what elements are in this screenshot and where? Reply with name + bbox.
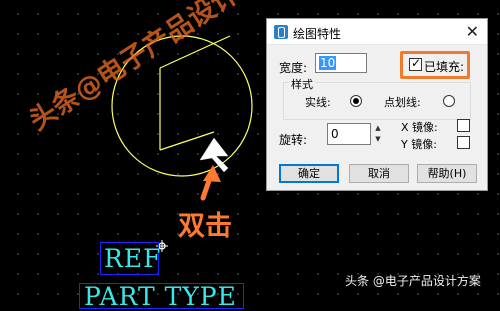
y-mirror-checkbox[interactable]: [457, 136, 470, 149]
circle-shape[interactable]: [111, 35, 253, 177]
triangle-edge-bottom: [159, 131, 215, 151]
cursor-icon: [199, 137, 229, 173]
drawing-properties-dialog: 绘图特性 ✕ 宽度: 10 已填充: 样式 实线: 点划线: 旋转: 0 ▲ ▼…: [266, 18, 488, 191]
rotation-spinner[interactable]: ▲ ▼: [372, 123, 384, 145]
ref-label[interactable]: REF: [100, 242, 160, 275]
triangle-edge-top: [159, 35, 231, 69]
spin-down-icon[interactable]: ▼: [372, 134, 384, 145]
part-type-label[interactable]: PART TYPE: [79, 283, 244, 310]
y-mirror-label: Y 镜像:: [401, 138, 437, 151]
solid-line-radio[interactable]: [350, 95, 362, 107]
width-input[interactable]: 10: [315, 53, 367, 73]
filled-checkbox[interactable]: [409, 56, 422, 71]
width-label: 宽度:: [279, 61, 308, 75]
cancel-button[interactable]: 取消: [349, 164, 409, 183]
style-group-label: 样式: [289, 76, 315, 92]
x-mirror-checkbox[interactable]: [457, 119, 470, 132]
double-click-annotation: 双击: [178, 211, 232, 242]
solid-line-label: 实线:: [305, 96, 331, 109]
filled-label: 已填充:: [424, 60, 465, 74]
arrow-icon: [200, 165, 221, 201]
dotted-line-radio[interactable]: [443, 95, 455, 107]
x-mirror-label: X 镜像:: [401, 121, 438, 134]
footer-watermark: 头条 @电子产品设计方案: [345, 274, 481, 288]
rotation-label: 旋转:: [279, 133, 308, 147]
dialog-title: 绘图特性: [293, 27, 342, 41]
close-icon[interactable]: ✕: [466, 22, 479, 41]
dialog-titlebar[interactable]: 绘图特性 ✕: [267, 19, 487, 45]
width-value: 10: [319, 56, 337, 70]
rotation-input[interactable]: 0: [327, 123, 371, 145]
app-icon: [274, 25, 288, 39]
help-button[interactable]: 帮助(H): [417, 164, 477, 183]
spin-up-icon[interactable]: ▲: [372, 123, 384, 134]
dotted-line-label: 点划线:: [384, 96, 421, 109]
ok-button[interactable]: 确定: [279, 164, 339, 183]
